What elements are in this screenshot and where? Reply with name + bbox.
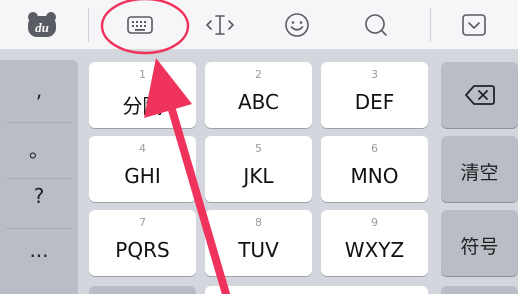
key-label: GHI (124, 164, 161, 188)
key-label: DEF (354, 90, 395, 114)
bottom-key-left[interactable] (0, 286, 78, 294)
punctuation-period[interactable]: 。 (0, 134, 78, 163)
keyboard-screen: du , 。 ? ... 1 分隔 2 ABC 3 DEF 4 GHI 5 JK… (0, 0, 518, 294)
logo-text: du (35, 20, 49, 35)
key-4-ghi[interactable]: 4 GHI (89, 136, 196, 202)
keyboard-toolbar: du (0, 0, 518, 50)
toolbar-divider (88, 8, 89, 42)
key-number: 1 (139, 68, 146, 81)
key-label: PQRS (115, 238, 170, 262)
clear-key[interactable]: 清空 (441, 136, 518, 202)
key-number: 8 (255, 216, 262, 229)
key-8-tuv[interactable]: 8 TUV (205, 210, 312, 276)
backspace-key[interactable] (441, 62, 518, 128)
key-label: 分隔 (122, 94, 163, 118)
key-number: 5 (255, 142, 262, 155)
key-number: 3 (371, 68, 378, 81)
symbols-key[interactable]: 符号 (441, 210, 518, 276)
key-2-abc[interactable]: 2 ABC (205, 62, 312, 128)
key-9-wxyz[interactable]: 9 WXYZ (321, 210, 428, 276)
search-icon[interactable] (354, 6, 398, 44)
cursor-move-icon[interactable] (198, 6, 242, 44)
key-number: 7 (139, 216, 146, 229)
key-number: 2 (255, 68, 262, 81)
bottom-key-right[interactable] (441, 286, 518, 294)
key-1-separator[interactable]: 1 分隔 (89, 62, 196, 128)
key-label: ABC (237, 90, 279, 114)
key-7-pqrs[interactable]: 7 PQRS (89, 210, 196, 276)
backspace-icon (441, 84, 518, 106)
punctuation-divider (6, 178, 72, 179)
key-6-mno[interactable]: 6 MNO (321, 136, 428, 202)
key-number: 4 (139, 142, 146, 155)
key-3-def[interactable]: 3 DEF (321, 62, 428, 128)
collapse-keyboard-icon[interactable] (452, 6, 496, 44)
key-label: JKL (243, 164, 274, 188)
punctuation-ellipsis[interactable]: ... (0, 238, 78, 262)
du-logo-icon[interactable]: du (20, 6, 64, 44)
bottom-key-2[interactable] (89, 286, 196, 294)
space-key[interactable] (205, 286, 428, 294)
toolbar-divider (430, 8, 431, 42)
punctuation-divider (6, 228, 72, 229)
key-number: 6 (371, 142, 378, 155)
punctuation-divider (6, 122, 72, 123)
symbols-label: 符号 (460, 236, 499, 258)
clear-label: 清空 (460, 162, 499, 184)
punctuation-column[interactable]: , 。 ? ... (0, 60, 78, 294)
key-number: 9 (371, 216, 378, 229)
punctuation-comma[interactable]: , (0, 78, 78, 102)
key-5-jkl[interactable]: 5 JKL (205, 136, 312, 202)
key-label: TUV (238, 238, 279, 262)
key-label: MNO (350, 164, 399, 188)
punctuation-question[interactable]: ? (0, 184, 78, 208)
key-label: WXYZ (344, 238, 405, 262)
emoji-icon[interactable] (275, 6, 319, 44)
keyboard-icon[interactable] (118, 6, 162, 44)
